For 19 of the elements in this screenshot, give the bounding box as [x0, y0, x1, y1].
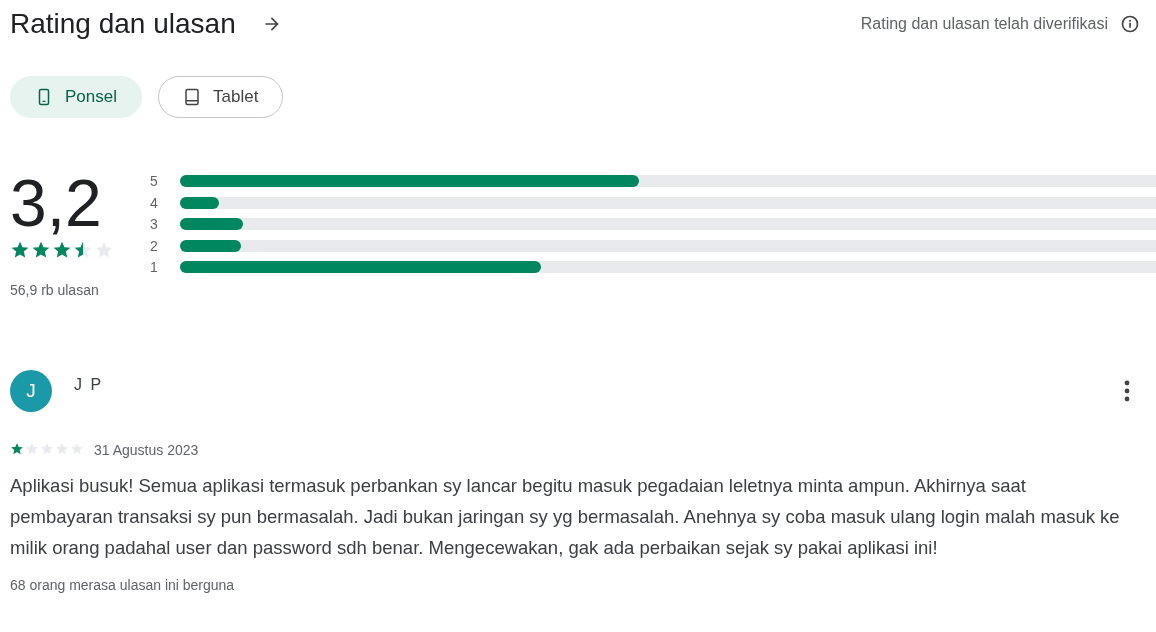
review-text: Aplikasi busuk! Semua aplikasi termasuk perbankan sy lancar begitu masuk pegadaian leletnya minta ampun. Akhirnya saat pembayaran transaksi sy pun bermasalah. Jadi bukan jaringan sy yg bermasalah. Anehnya sy coba masuk ulang login malah masuk ke milik orang padahal user dan password sdh benar. Mengecewakan, gak ada perbaikan sejak sy pakai aplikasi ini!: [10, 474, 1121, 560]
helpful-count: 68 orang merasa ulasan ini berguna: [10, 577, 236, 593]
rating-score: 3,2: [10, 166, 103, 240]
star-level-label: 4: [150, 194, 159, 211]
info-icon[interactable]: [1120, 14, 1140, 34]
verified-note: Rating dan ulasan telah diverifikasi: [860, 15, 1108, 33]
device-tab[interactable]: Ponsel: [10, 76, 142, 118]
device-tab[interactable]: Tablet: [158, 76, 284, 118]
avatar: J: [10, 370, 52, 412]
star-level-label: 3: [150, 216, 159, 233]
reviewer-name: J P: [74, 376, 105, 394]
more-options-icon[interactable]: [1124, 380, 1130, 402]
review-count: 56,9 rb ulasan: [10, 282, 100, 298]
review-date: 31 Agustus 2023: [94, 442, 199, 458]
star-level-label: 2: [150, 237, 159, 254]
section-title: Rating dan ulasan: [10, 8, 236, 40]
star-level-label: 5: [150, 173, 159, 190]
star-level-label: 1: [150, 259, 159, 276]
tablet-icon: [183, 88, 201, 106]
